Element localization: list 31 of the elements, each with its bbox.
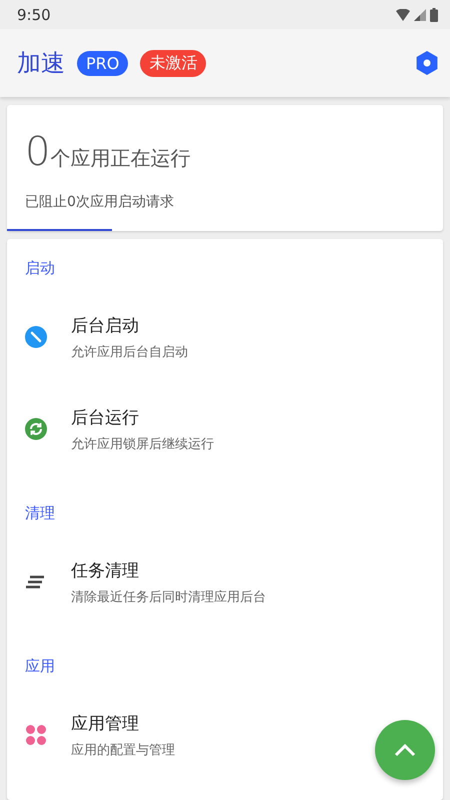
block-icon: [25, 326, 47, 348]
item-title: 应用管理: [71, 712, 140, 735]
apps-icon: [25, 724, 47, 746]
item-subtitle: 允许应用后台自启动: [71, 344, 188, 361]
blocked-text: 已阻止0次应用启动请求: [25, 192, 175, 211]
item-subtitle: 允许应用锁屏后继续运行: [71, 436, 214, 453]
status-badge: PRO: [77, 50, 128, 76]
app-title: 加速: [17, 48, 65, 80]
status-time: 9:50: [17, 6, 51, 24]
section-title: 清理: [24, 503, 56, 524]
battery-icon: [430, 8, 438, 22]
sync-icon: [25, 418, 47, 440]
wifi-icon: [396, 8, 410, 21]
status-badge: 未激活: [140, 50, 206, 77]
settings-item[interactable]: 应用管理 应用的配置与管理: [7, 698, 443, 772]
settings-icon[interactable]: [416, 51, 438, 76]
running-label: 个应用正在运行: [50, 144, 190, 172]
item-subtitle: 清除最近任务后同时清理应用后台: [71, 588, 266, 606]
section-title: 应用: [24, 656, 56, 678]
chevron-up-icon: [394, 743, 416, 757]
item-title: 后台启动: [71, 314, 140, 337]
section-title: 启动: [24, 258, 56, 280]
item-title: 任务清理: [71, 560, 140, 582]
settings-item[interactable]: 后台运行 允许应用锁屏后继续运行: [7, 392, 443, 466]
item-subtitle: 应用的配置与管理: [71, 742, 175, 759]
signal-icon: [414, 8, 426, 21]
settings-item[interactable]: 任务清理 清除最近任务后同时清理应用后台: [7, 545, 443, 620]
lines-icon: [25, 575, 45, 590]
item-title: 后台运行: [71, 406, 140, 429]
running-count: 0: [25, 128, 50, 175]
settings-item[interactable]: 后台启动 允许应用后台自启动: [7, 300, 443, 374]
